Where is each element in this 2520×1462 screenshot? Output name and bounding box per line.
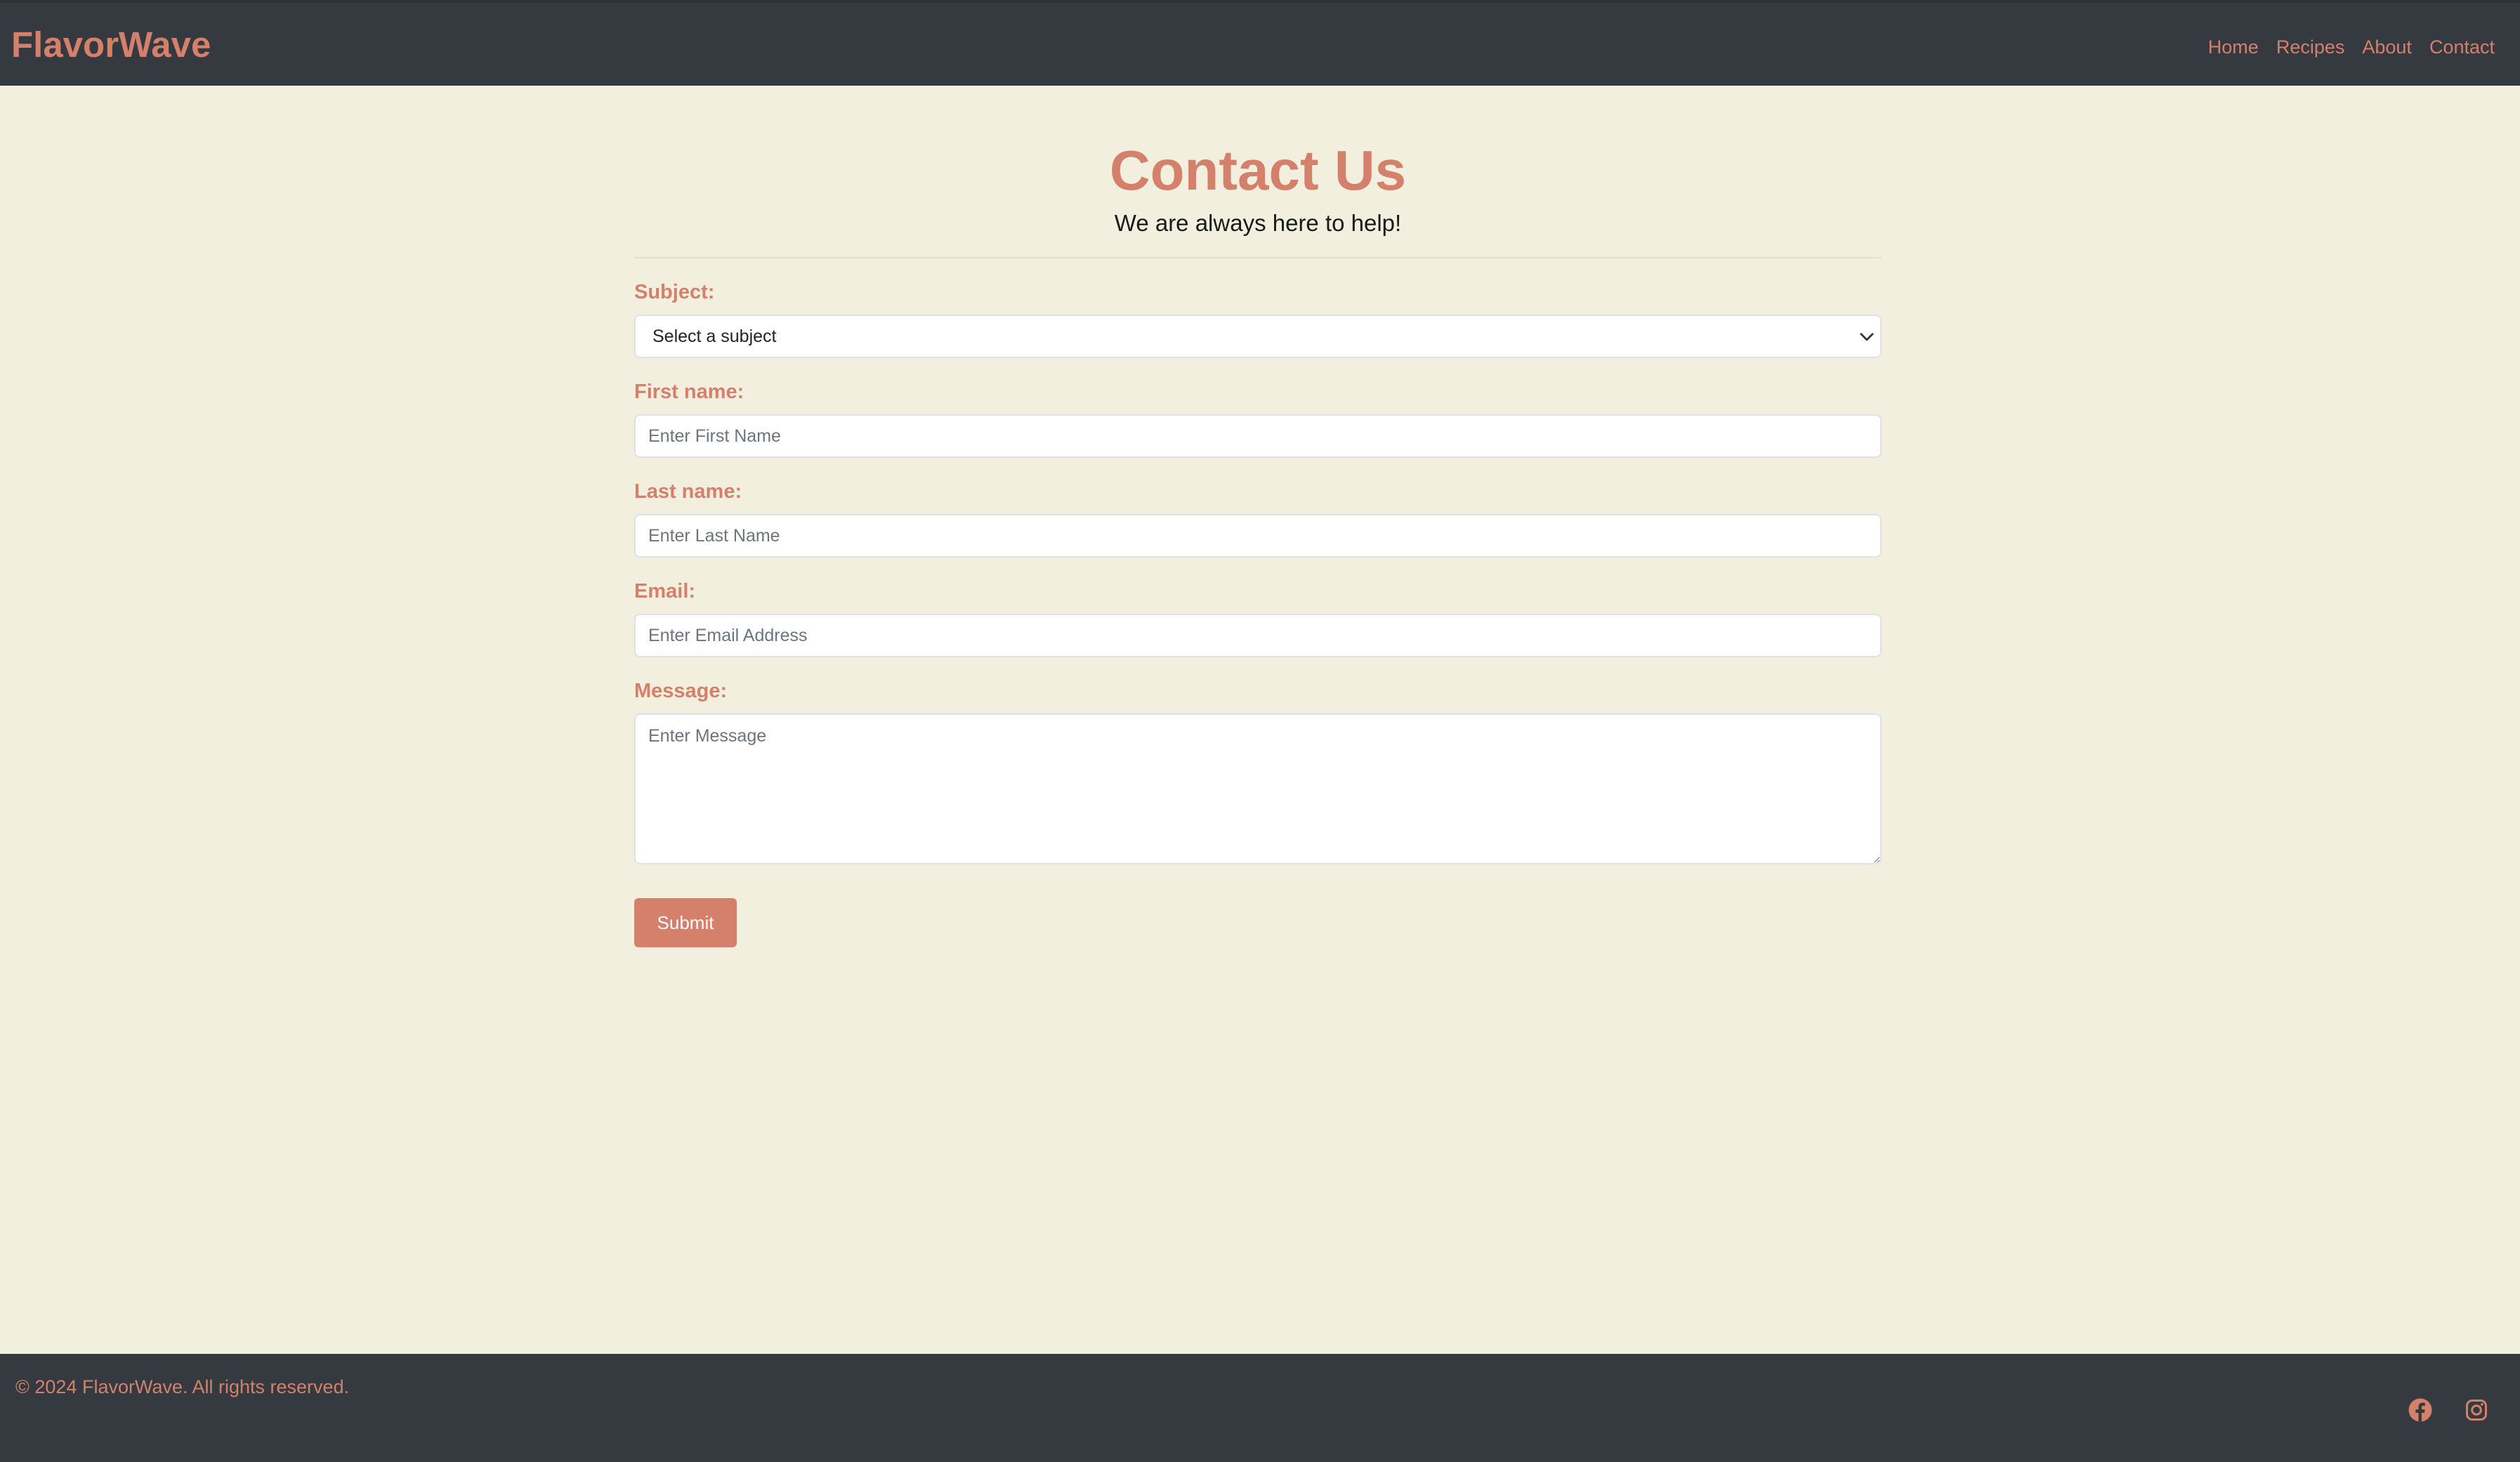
last-name-label: Last name: [634,480,742,503]
message-textarea[interactable] [634,713,1882,864]
page-title: Contact Us [1109,139,1407,202]
instagram-icon [2466,1400,2487,1421]
facebook-icon [2408,1398,2432,1422]
facebook-link[interactable] [2408,1397,2433,1423]
subject-group: Subject: Select a subject [634,279,1882,358]
nav-links: Home Recipes About Contact [2208,35,2495,59]
nav-link-recipes[interactable]: Recipes [2276,35,2345,59]
first-name-label: First name: [634,381,744,403]
subject-select[interactable]: Select a subject [634,315,1882,358]
message-group: Message: [634,678,1882,864]
first-name-group: First name: [634,379,1882,458]
nav-link-about[interactable]: About [2362,35,2412,59]
navbar: FlavorWave Home Recipes About Contact [0,0,2520,86]
last-name-field[interactable] [634,514,1882,558]
message-label: Message: [634,680,728,702]
email-label: Email: [634,580,696,602]
nav-link-contact[interactable]: Contact [2429,35,2495,59]
submit-button[interactable]: Submit [634,898,737,947]
contact-form: Subject: Select a subject First name: La… [634,279,1882,947]
email-field[interactable] [634,614,1882,657]
copyright-text: © 2024 FlavorWave. All rights reserved. [15,1376,350,1397]
brand-logo[interactable]: FlavorWave [11,24,211,66]
email-group: Email: [634,579,1882,657]
page-subtitle: We are always here to help! [1114,210,1402,236]
instagram-link[interactable] [2464,1397,2489,1423]
last-name-group: Last name: [634,479,1882,558]
subject-label: Subject: [634,281,715,303]
contact-container: Contact Us We are always here to help! S… [634,86,1882,947]
divider [634,257,1882,258]
subject-select-wrap: Select a subject [634,315,1882,358]
nav-link-home[interactable]: Home [2208,35,2259,59]
footer: © 2024 FlavorWave. All rights reserved. [0,1354,2520,1462]
first-name-field[interactable] [634,414,1882,458]
social-links [2408,1397,2489,1423]
